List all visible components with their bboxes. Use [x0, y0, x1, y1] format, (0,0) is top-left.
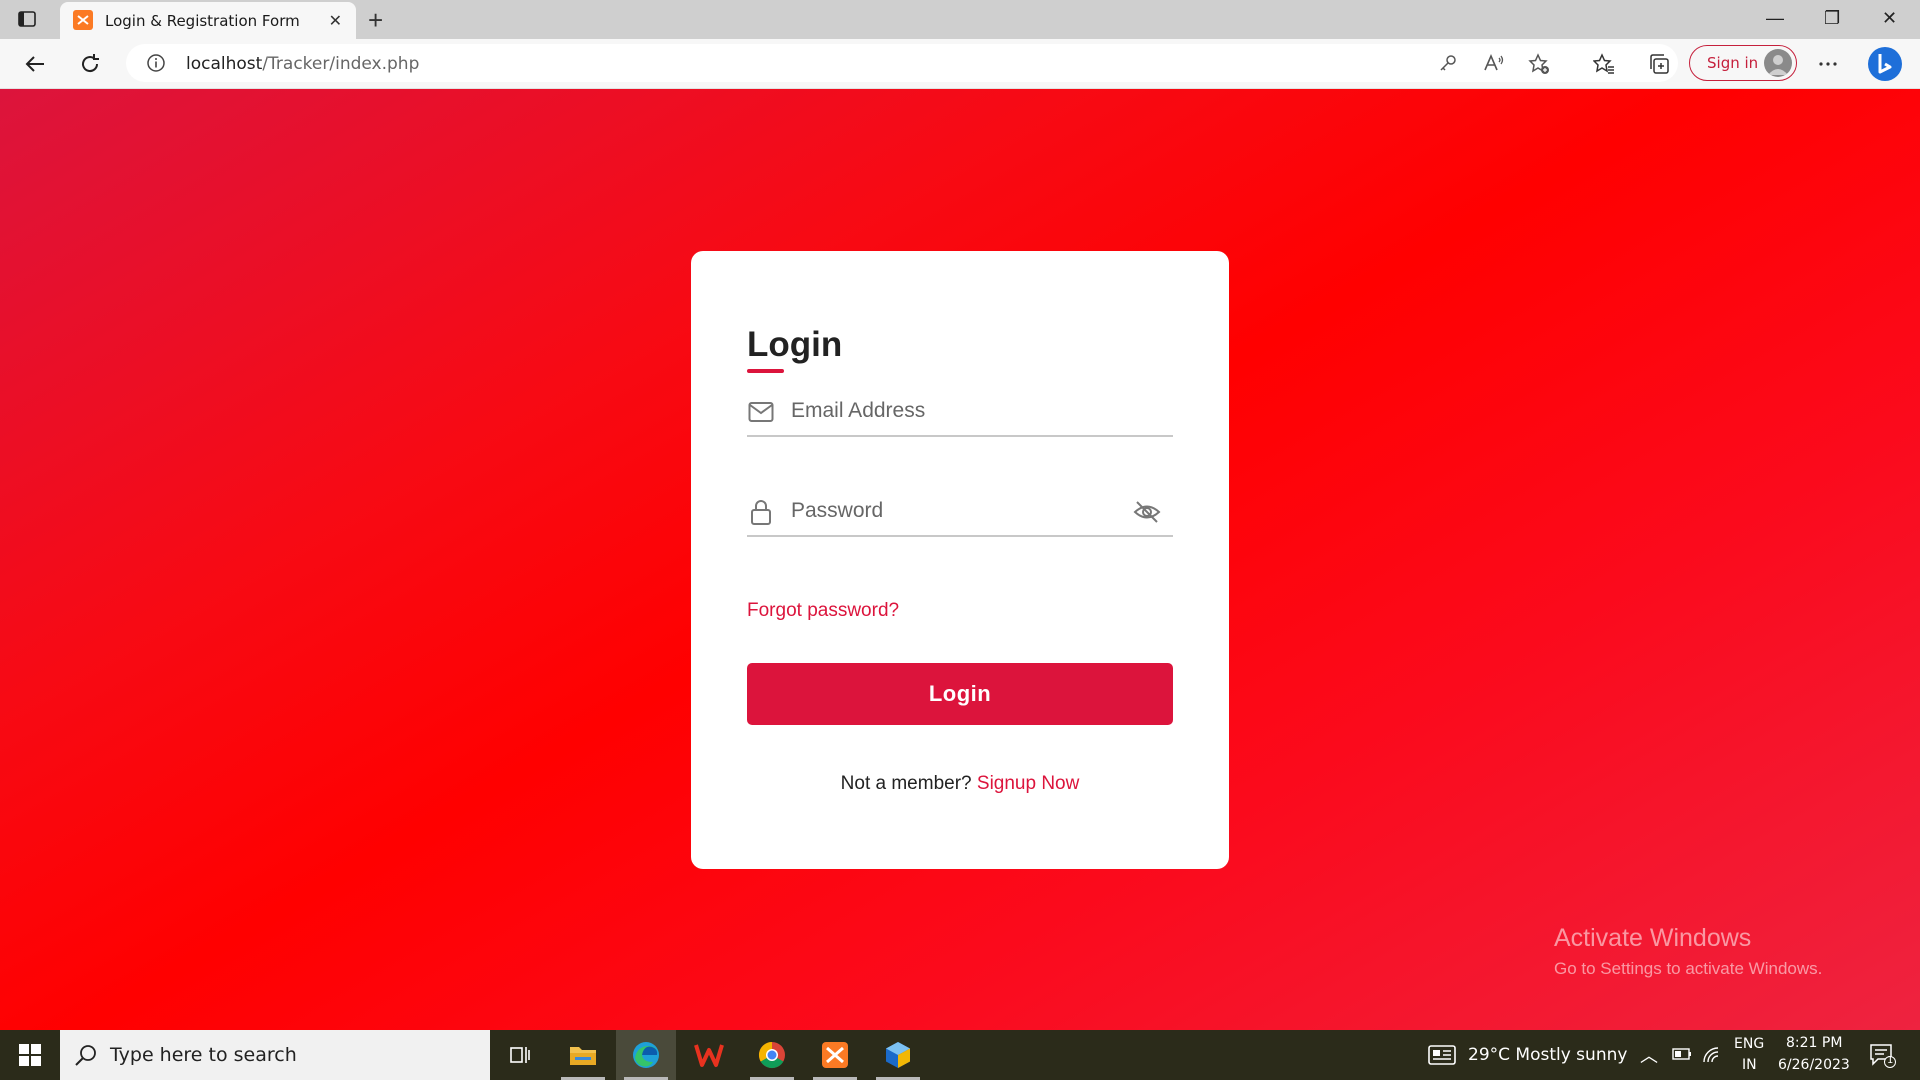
url-text[interactable]: localhost/Tracker/index.php — [186, 54, 419, 74]
netbeans-icon[interactable] — [868, 1030, 928, 1080]
password-key-icon[interactable] — [1438, 53, 1458, 73]
show-hidden-icons-chevron-icon[interactable]: ︿ — [1640, 1042, 1658, 1068]
eye-slash-icon[interactable] — [1133, 499, 1161, 525]
password-field[interactable] — [791, 495, 1131, 527]
read-aloud-icon[interactable] — [1483, 53, 1504, 73]
not-member-text: Not a member? — [840, 773, 972, 794]
close-window-icon[interactable]: ✕ — [1882, 8, 1897, 29]
search-placeholder: Type here to search — [110, 1044, 297, 1066]
language-primary[interactable]: ENG — [1734, 1036, 1764, 1052]
restore-icon[interactable]: ❐ — [1824, 8, 1840, 29]
title-underline — [747, 369, 784, 373]
tab-title: Login & Registration Form — [105, 12, 300, 30]
login-card: Login Forgot password? Login Not a membe… — [691, 251, 1229, 869]
active-tab[interactable]: Login & Registration Form ✕ — [60, 2, 356, 39]
new-tab-icon[interactable]: + — [368, 5, 383, 36]
refresh-icon[interactable] — [77, 51, 103, 77]
email-field-wrapper — [747, 383, 1173, 437]
xampp-favicon-icon — [73, 10, 93, 30]
browser-toolbar: localhost/Tracker/index.php Sign in — [0, 39, 1920, 89]
url-path: /Tracker/index.php — [262, 54, 420, 74]
language-region[interactable]: IN — [1742, 1057, 1757, 1073]
search-icon — [74, 1043, 98, 1067]
avatar — [1764, 49, 1792, 77]
notification-center-icon[interactable]: 1 — [1870, 1044, 1896, 1073]
weather-icon[interactable] — [1428, 1045, 1456, 1070]
back-icon[interactable] — [22, 51, 48, 77]
wps-office-icon[interactable] — [679, 1030, 739, 1080]
windows-start-icon[interactable] — [0, 1030, 60, 1080]
signup-link[interactable]: Signup Now — [977, 773, 1079, 794]
email-field[interactable] — [791, 395, 1131, 427]
watermark-title: Activate Windows — [1554, 924, 1752, 952]
activate-windows-watermark: Activate Windows Go to Settings to activ… — [1554, 924, 1822, 979]
site-info-icon[interactable] — [146, 53, 166, 73]
notification-count: 1 — [1887, 1055, 1894, 1066]
xampp-icon[interactable] — [805, 1030, 865, 1080]
sign-in-button[interactable]: Sign in — [1689, 45, 1797, 81]
taskbar-search-box[interactable]: Type here to search — [60, 1030, 490, 1080]
edge-browser-icon[interactable] — [616, 1030, 676, 1080]
more-options-icon[interactable] — [1815, 51, 1841, 77]
page-background: Login Forgot password? Login Not a membe… — [0, 89, 1920, 1030]
address-bar[interactable]: localhost/Tracker/index.php — [126, 44, 1678, 82]
watermark-subtitle: Go to Settings to activate Windows. — [1554, 959, 1823, 978]
clock-date[interactable]: 6/26/2023 — [1778, 1057, 1850, 1073]
battery-icon[interactable] — [1672, 1047, 1692, 1066]
tab-close-icon[interactable]: ✕ — [329, 11, 342, 31]
bing-chat-icon[interactable] — [1866, 45, 1904, 83]
forgot-password-link[interactable]: Forgot password? — [747, 600, 899, 622]
browser-tab-bar: Login & Registration Form ✕ + — ❐ ✕ — [0, 0, 1920, 39]
url-host: localhost — [186, 54, 263, 74]
envelope-icon — [747, 399, 775, 425]
minimize-icon[interactable]: — — [1766, 8, 1784, 29]
login-button[interactable]: Login — [747, 663, 1173, 725]
task-view-icon[interactable] — [490, 1030, 550, 1080]
file-explorer-icon[interactable] — [553, 1030, 613, 1080]
add-favorite-icon[interactable] — [1528, 53, 1549, 74]
collections-icon[interactable] — [1646, 51, 1672, 77]
chrome-icon[interactable] — [742, 1030, 802, 1080]
clock-time[interactable]: 8:21 PM — [1786, 1035, 1842, 1051]
page-title: Login — [747, 325, 843, 364]
signup-prompt: Not a member? Signup Now — [691, 773, 1229, 795]
weather-text[interactable]: 29°C Mostly sunny — [1468, 1045, 1627, 1065]
password-field-wrapper — [747, 483, 1173, 537]
sign-in-label: Sign in — [1707, 54, 1759, 72]
favorites-icon[interactable] — [1591, 51, 1617, 77]
network-icon[interactable] — [1702, 1046, 1722, 1069]
lock-icon — [747, 499, 775, 525]
taskbar: Type here to search 29°C Mostly sunny ︿ … — [0, 1030, 1920, 1080]
tab-actions-icon[interactable] — [18, 10, 36, 28]
